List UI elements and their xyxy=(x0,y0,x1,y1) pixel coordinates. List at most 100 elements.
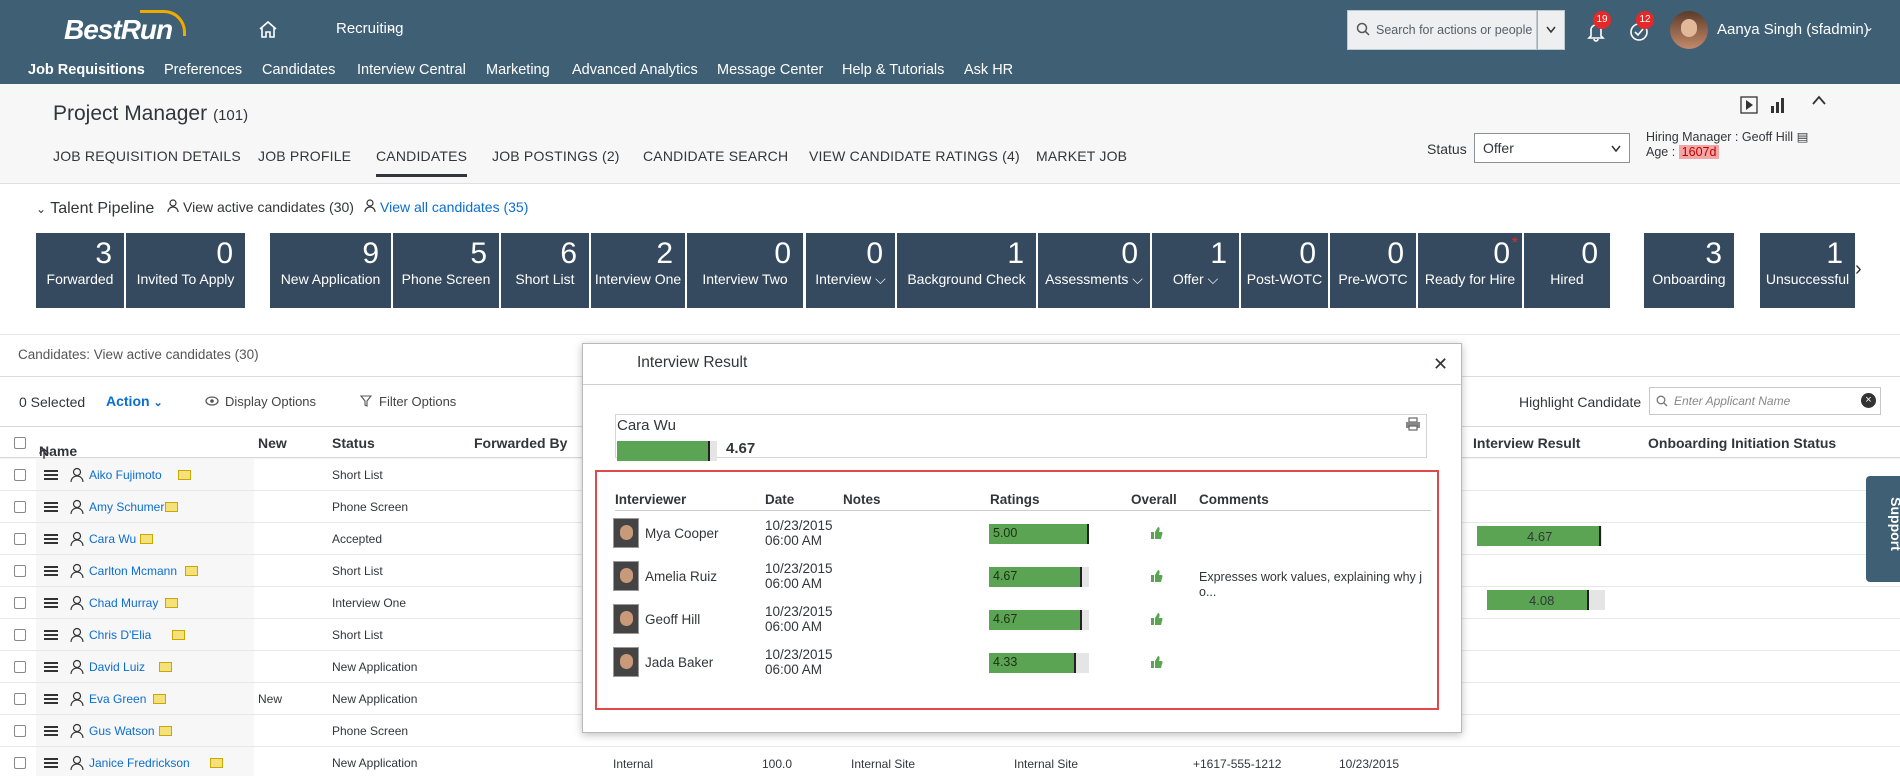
contact-card-icon[interactable] xyxy=(165,598,179,608)
contact-card-icon[interactable] xyxy=(178,470,192,480)
chevron-right-icon[interactable]: › xyxy=(1855,258,1862,281)
contact-card-icon[interactable] xyxy=(152,694,166,704)
support-tab[interactable]: Support xyxy=(1866,476,1900,582)
candidate-name-link[interactable]: Aiko Fujimoto xyxy=(89,468,162,482)
contact-card-icon[interactable] xyxy=(171,630,185,640)
action-menu[interactable]: Action ⌄ xyxy=(106,393,163,409)
hamburger-icon[interactable] xyxy=(44,470,58,480)
home-icon[interactable] xyxy=(258,20,278,38)
nav-interview-central[interactable]: Interview Central xyxy=(357,62,466,78)
interview-result-bar[interactable]: 4.67 xyxy=(1477,526,1602,546)
row-checkbox[interactable] xyxy=(14,501,26,513)
contact-card-icon[interactable] xyxy=(139,534,153,544)
pipeline-stage-tile[interactable]: 0 Pre-WOTC xyxy=(1330,233,1416,308)
hamburger-icon[interactable] xyxy=(44,566,58,576)
chevron-down-icon[interactable]: ⌄ xyxy=(1864,20,1874,34)
nav-help-tutorials[interactable]: Help & Tutorials xyxy=(842,62,944,78)
pipeline-stage-tile[interactable]: 3 Onboarding xyxy=(1644,233,1734,308)
view-active-candidates-link[interactable]: View active candidates (30) xyxy=(183,199,354,215)
row-checkbox[interactable] xyxy=(14,565,26,577)
contact-card-icon[interactable]: ▤ xyxy=(1797,130,1809,144)
display-options-button[interactable]: Display Options xyxy=(225,394,316,409)
pipeline-stage-tile[interactable]: 9 New Application xyxy=(270,233,391,308)
pipeline-stage-tile[interactable]: 0 Interview Two xyxy=(687,233,803,308)
hamburger-icon[interactable] xyxy=(44,630,58,640)
tab-job-requisition-details[interactable]: JOB REQUISITION DETAILS xyxy=(53,148,241,164)
hamburger-icon[interactable] xyxy=(44,662,58,672)
hamburger-icon[interactable] xyxy=(44,726,58,736)
pipeline-stage-tile[interactable]: 5 Phone Screen xyxy=(393,233,499,308)
nav-ask-hr[interactable]: Ask HR xyxy=(964,62,1013,78)
candidate-name-link[interactable]: Amy Schumer xyxy=(89,500,164,514)
row-checkbox[interactable] xyxy=(14,629,26,641)
nav-marketing[interactable]: Marketing xyxy=(486,62,550,78)
tab-view-candidate-ratings[interactable]: VIEW CANDIDATE RATINGS (4) xyxy=(809,148,1020,164)
candidate-name-link[interactable]: Chris D'Elia xyxy=(89,628,151,642)
hamburger-icon[interactable] xyxy=(44,534,58,544)
user-avatar[interactable] xyxy=(1670,11,1708,49)
column-onboarding-status[interactable]: Onboarding Initiation Status xyxy=(1648,435,1836,451)
user-menu[interactable]: Aanya Singh (sfadmin) xyxy=(1717,21,1869,38)
hamburger-icon[interactable] xyxy=(44,694,58,704)
nav-job-requisitions[interactable]: Job Requisitions xyxy=(28,62,145,78)
tab-market-job[interactable]: MARKET JOB xyxy=(1036,148,1127,164)
contact-card-icon[interactable] xyxy=(159,662,172,672)
row-checkbox[interactable] xyxy=(14,533,26,545)
tab-job-postings[interactable]: JOB POSTINGS (2) xyxy=(492,148,620,164)
select-all-checkbox[interactable] xyxy=(14,437,26,449)
column-new[interactable]: New xyxy=(258,435,287,451)
candidate-name-link[interactable]: Eva Green xyxy=(89,692,146,706)
hiring-manager-name[interactable]: Geoff Hill xyxy=(1742,130,1793,144)
contact-card-icon[interactable] xyxy=(159,726,172,736)
interview-result-bar[interactable]: 4.08 xyxy=(1487,590,1605,610)
row-checkbox[interactable] xyxy=(14,597,26,609)
contact-card-icon[interactable] xyxy=(165,502,179,512)
column-forwarded-by[interactable]: Forwarded By xyxy=(474,435,567,451)
tab-candidates[interactable]: CANDIDATES xyxy=(376,148,468,177)
pipeline-stage-tile[interactable]: 0 Post-WOTC xyxy=(1241,233,1328,308)
hamburger-icon[interactable] xyxy=(44,502,58,512)
row-checkbox[interactable] xyxy=(14,693,26,705)
nav-message-center[interactable]: Message Center xyxy=(717,62,823,78)
candidate-name-link[interactable]: Chad Murray xyxy=(89,596,158,610)
search-dropdown-button[interactable] xyxy=(1537,10,1565,50)
chart-icon[interactable] xyxy=(1769,96,1787,114)
pipeline-stage-tile[interactable]: 0 Interview ⌵ xyxy=(806,233,895,308)
nav-candidates[interactable]: Candidates xyxy=(262,62,335,78)
talent-pipeline-header[interactable]: ⌄ Talent Pipeline xyxy=(36,200,154,218)
row-checkbox[interactable] xyxy=(14,757,26,769)
pipeline-stage-tile[interactable]: 0 Invited To Apply xyxy=(126,233,245,308)
clear-icon[interactable]: × xyxy=(1861,393,1876,408)
view-all-candidates-link[interactable]: View all candidates (35) xyxy=(380,199,528,215)
pipeline-stage-tile[interactable]: 1 Unsuccessful xyxy=(1760,233,1855,308)
filter-options-button[interactable]: Filter Options xyxy=(379,394,456,409)
tab-job-profile[interactable]: JOB PROFILE xyxy=(258,148,351,164)
pipeline-stage-tile[interactable]: 1 Background Check xyxy=(897,233,1036,308)
chevron-down-icon[interactable]: ⌄ xyxy=(386,20,396,34)
nav-advanced-analytics[interactable]: Advanced Analytics xyxy=(572,62,698,78)
row-checkbox[interactable] xyxy=(14,661,26,673)
pipeline-stage-tile[interactable]: 0 Hired xyxy=(1524,233,1610,308)
row-checkbox[interactable] xyxy=(14,725,26,737)
global-search-input[interactable]: Search for actions or people xyxy=(1347,10,1537,50)
contact-card-icon[interactable] xyxy=(210,758,224,768)
pipeline-stage-tile[interactable]: 6 Short List xyxy=(501,233,589,308)
highlight-candidate-input[interactable]: Enter Applicant Name × xyxy=(1649,387,1881,415)
hamburger-icon[interactable] xyxy=(44,598,58,608)
nav-preferences[interactable]: Preferences xyxy=(164,62,242,78)
hamburger-icon[interactable] xyxy=(44,758,58,768)
contact-card-icon[interactable] xyxy=(184,566,198,576)
pipeline-stage-tile[interactable]: 2 Interview One xyxy=(591,233,685,308)
candidate-name-link[interactable]: Cara Wu xyxy=(89,532,136,546)
pipeline-stage-tile[interactable]: 0 Assessments ⌵ xyxy=(1038,233,1150,308)
table-row[interactable]: Janice Fredrickson New Application xyxy=(0,747,1900,776)
candidate-name-link[interactable]: David Luiz xyxy=(89,660,145,674)
tab-candidate-search[interactable]: CANDIDATE SEARCH xyxy=(643,148,788,164)
candidate-name-link[interactable]: Gus Watson xyxy=(89,724,155,738)
pipeline-stage-tile[interactable]: 0 Ready for Hire * xyxy=(1418,233,1522,308)
collapse-icon[interactable] xyxy=(1811,94,1827,106)
row-checkbox[interactable] xyxy=(14,469,26,481)
status-select[interactable]: Offer xyxy=(1474,133,1630,163)
close-icon[interactable]: ✕ xyxy=(1433,354,1448,375)
candidate-name-link[interactable]: Janice Fredrickson xyxy=(89,756,190,770)
